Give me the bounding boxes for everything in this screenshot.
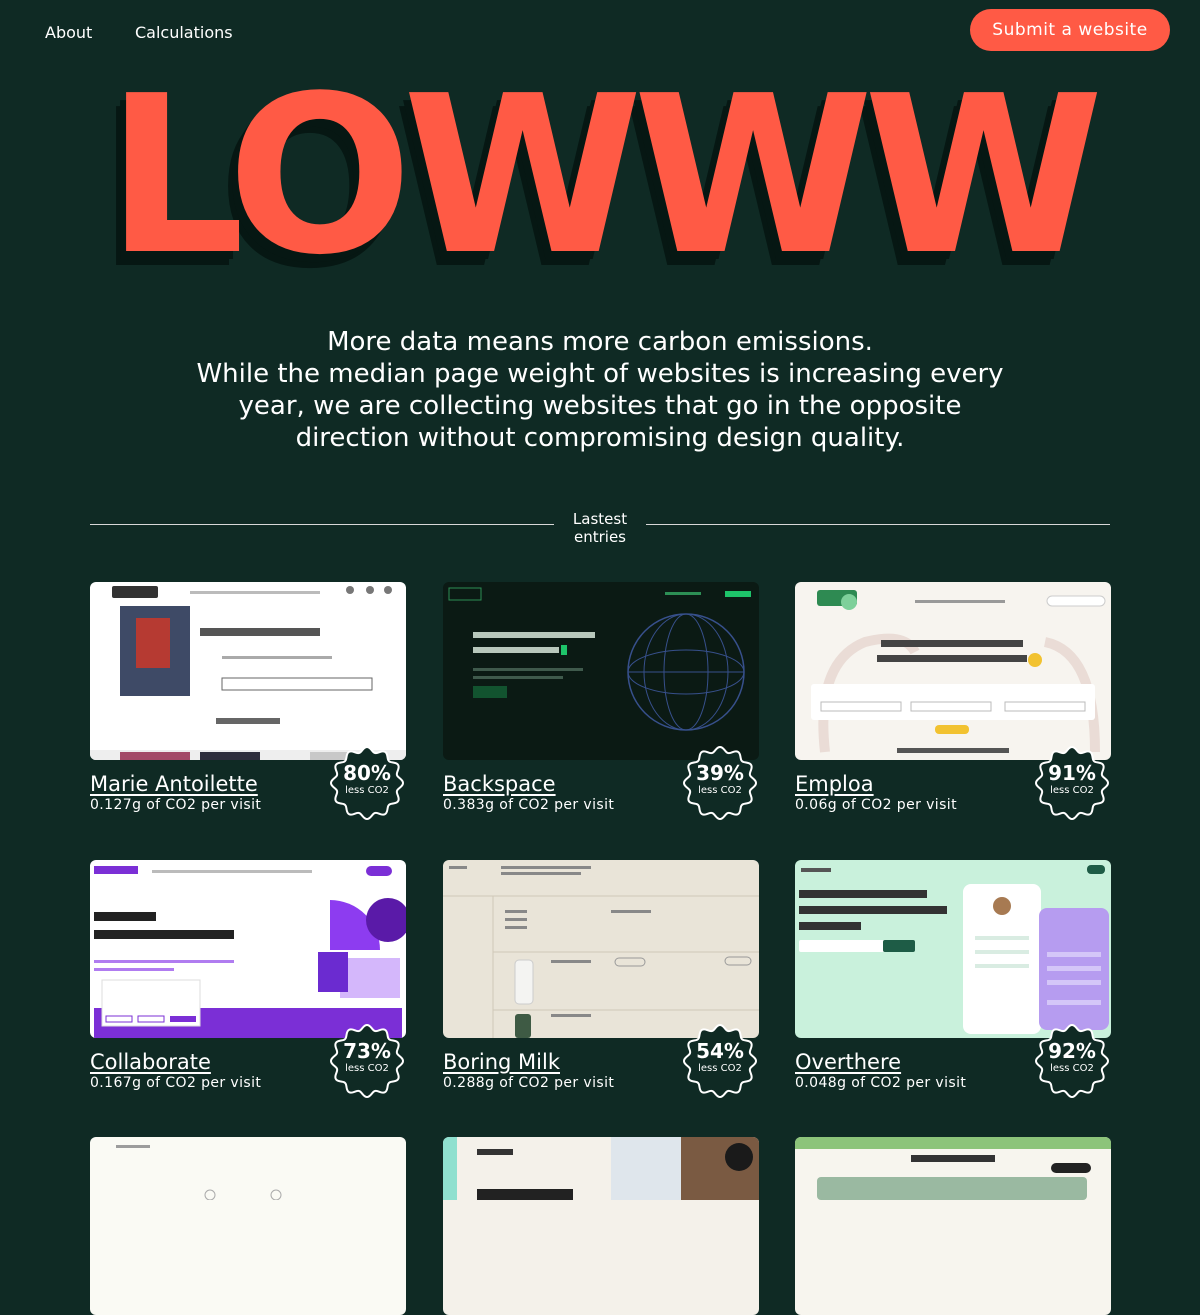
entry-co2: 0.383g of CO2 per visit — [443, 797, 615, 813]
badge-percent: 80% — [343, 761, 391, 785]
co2-savings-badge: 73% less CO2 — [328, 1022, 406, 1100]
thumbnail-sketch — [811, 590, 1106, 753]
intro-line: year, we are collecting websites that go… — [238, 391, 962, 421]
intro-line: direction without compromising design qu… — [295, 423, 905, 453]
entry-name[interactable]: Boring Milk — [443, 1050, 560, 1074]
intro-text: More data means more carbon emissions. W… — [150, 326, 1050, 454]
thumbnail-sketch — [90, 586, 406, 760]
entry-name[interactable]: Collaborate — [90, 1050, 211, 1074]
thumbnail-sketch — [116, 1145, 282, 1201]
thumbnail-sketch — [443, 866, 759, 1038]
intro-line: More data means more carbon emissions. — [327, 327, 873, 357]
entry-thumbnail[interactable] — [795, 1137, 1111, 1315]
entry-name[interactable]: Backspace — [443, 772, 556, 796]
entry-thumbnail[interactable] — [443, 582, 759, 760]
badge-percent: 54% — [696, 1039, 744, 1063]
entry-thumbnail[interactable] — [443, 860, 759, 1038]
thumbnail-sketch — [799, 865, 1109, 1034]
badge-percent: 92% — [1048, 1039, 1096, 1063]
site-logo: LOWWW — [106, 50, 1104, 303]
entry-thumbnail[interactable] — [795, 582, 1111, 760]
entry-thumbnail[interactable] — [795, 860, 1111, 1038]
thumbnail-sketch — [448, 587, 751, 731]
entry-thumbnail[interactable] — [443, 1137, 759, 1315]
section-divider-left — [90, 524, 554, 525]
nav-about-link[interactable]: About — [45, 23, 92, 42]
section-title: Lastest entries — [554, 510, 646, 546]
entry-co2: 0.048g of CO2 per visit — [795, 1075, 967, 1091]
thumbnail-sketch — [94, 866, 406, 1038]
entry-name[interactable]: Marie Antoilette — [90, 772, 258, 796]
badge-percent: 73% — [343, 1039, 391, 1063]
nav-calculations-link[interactable]: Calculations — [135, 23, 233, 42]
section-title-line: Lastest — [572, 510, 628, 528]
entry-thumbnail[interactable] — [90, 860, 406, 1038]
co2-savings-badge: 39% less CO2 — [681, 744, 759, 822]
entry-co2: 0.06g of CO2 per visit — [795, 797, 957, 813]
badge-label: less CO2 — [345, 785, 389, 796]
badge-percent: 91% — [1048, 761, 1096, 785]
entry-co2: 0.127g of CO2 per visit — [90, 797, 262, 813]
badge-label: less CO2 — [1050, 1063, 1094, 1074]
entry-co2: 0.167g of CO2 per visit — [90, 1075, 262, 1091]
entry-name[interactable]: Overthere — [795, 1050, 901, 1074]
section-title-line: entries — [574, 528, 626, 546]
badge-percent: 39% — [696, 761, 744, 785]
entry-thumbnail[interactable] — [90, 582, 406, 760]
co2-savings-badge: 92% less CO2 — [1033, 1022, 1111, 1100]
entry-thumbnail[interactable] — [90, 1137, 406, 1315]
thumbnail-sketch — [795, 1137, 1111, 1200]
badge-label: less CO2 — [1050, 785, 1094, 796]
co2-savings-badge: 91% less CO2 — [1033, 744, 1111, 822]
badge-label: less CO2 — [345, 1063, 389, 1074]
badge-label: less CO2 — [698, 785, 742, 796]
entry-name[interactable]: Emploa — [795, 772, 874, 796]
thumbnail-sketch — [443, 1137, 759, 1200]
section-divider-right — [646, 524, 1110, 525]
co2-savings-badge: 80% less CO2 — [328, 744, 406, 822]
intro-line: While the median page weight of websites… — [196, 359, 1004, 389]
submit-website-button[interactable]: Submit a website — [970, 9, 1170, 51]
entry-co2: 0.288g of CO2 per visit — [443, 1075, 615, 1091]
co2-savings-badge: 54% less CO2 — [681, 1022, 759, 1100]
badge-label: less CO2 — [698, 1063, 742, 1074]
